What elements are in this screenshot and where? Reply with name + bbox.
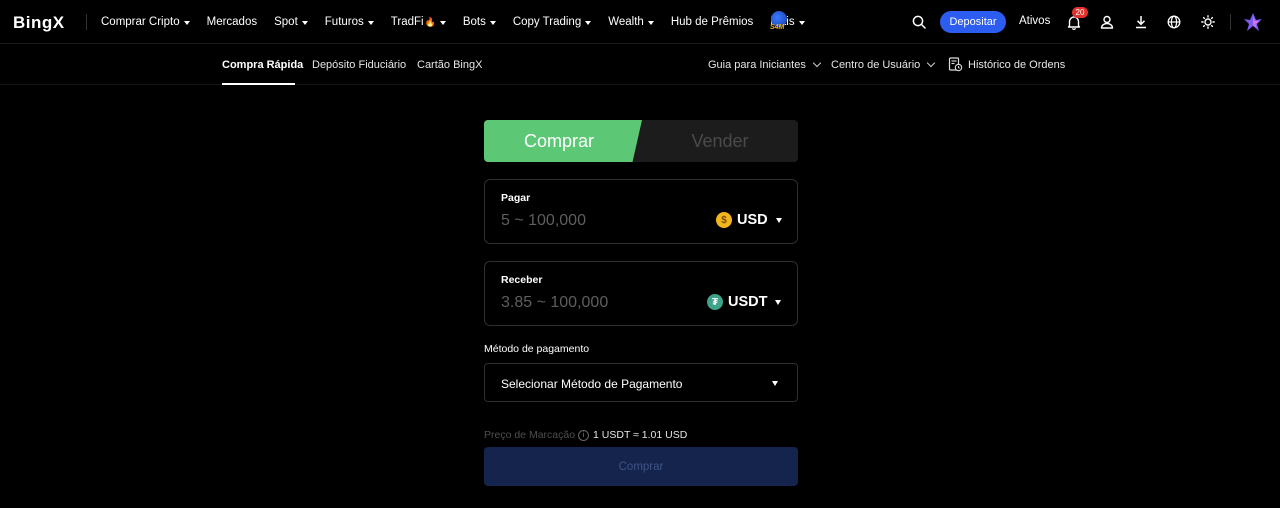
download-icon[interactable] <box>1131 12 1151 32</box>
nav-tradfi[interactable]: TradFi 🔥 <box>391 16 446 28</box>
nav-spot[interactable]: Spot <box>274 16 308 28</box>
nav-label: Mercados <box>206 16 258 28</box>
caret-down-icon <box>775 217 782 223</box>
caret-down-icon <box>798 20 805 25</box>
fire-icon: 🔥 <box>424 16 436 27</box>
globe-icon[interactable] <box>1164 12 1184 32</box>
user-icon[interactable] <box>1097 12 1117 32</box>
receive-amount-input[interactable] <box>501 292 681 314</box>
assets-link[interactable]: Ativos <box>1019 15 1050 27</box>
pay-currency-select[interactable]: $ USD <box>716 212 782 228</box>
caret-down-icon <box>772 381 778 386</box>
buy-sell-toggle: Comprar Vender <box>484 120 798 162</box>
nav-futuros[interactable]: Futuros <box>325 16 374 28</box>
promo-text: S4M <box>770 24 785 31</box>
tab-deposito-fiduciario[interactable]: Depósito Fiduciário <box>312 59 406 71</box>
bingx-logo[interactable]: BingX <box>13 13 65 33</box>
sell-tab[interactable]: Vender <box>642 120 798 162</box>
deposit-button[interactable]: Depositar <box>940 11 1006 33</box>
nav-comprar-cripto[interactable]: Comprar Cripto <box>101 16 190 28</box>
nav-wealth[interactable]: Wealth <box>608 16 654 28</box>
top-navbar: BingX Comprar Cripto Mercados Spot Futur… <box>0 0 1280 44</box>
nav-label: Spot <box>274 16 298 28</box>
nav-label: TradFi <box>390 16 424 28</box>
divider <box>1230 14 1231 30</box>
search-icon[interactable] <box>909 12 929 32</box>
payment-method-placeholder: Selecionar Método de Pagamento <box>501 377 683 391</box>
guide-label: Guia para Iniciantes <box>708 59 806 71</box>
usd-coin-icon: $ <box>716 212 732 228</box>
pay-amount-input[interactable] <box>501 210 681 232</box>
main-menu: Comprar Cripto Mercados Spot Futuros Tra… <box>101 0 822 44</box>
receive-field: Receber ₮ USDT <box>484 261 798 326</box>
caret-down-icon <box>367 20 374 25</box>
nav-bots[interactable]: Bots <box>463 16 496 28</box>
mark-price-value: 1 USDT ≈ 1.01 USD <box>593 429 688 441</box>
caret-down-icon <box>301 20 308 25</box>
avatar[interactable] <box>1243 12 1263 32</box>
receive-label: Receber <box>501 274 543 286</box>
guide-dropdown[interactable]: Guia para Iniciantes <box>708 58 822 71</box>
nav-label: Copy Trading <box>512 16 582 28</box>
divider <box>86 14 87 30</box>
mark-price-label: Preço de Marcação <box>484 429 576 441</box>
chevron-down-icon <box>927 58 936 68</box>
sun-icon[interactable] <box>1198 12 1218 32</box>
order-history-link[interactable]: Histórico de Ordens <box>948 57 1065 72</box>
payment-method-select[interactable]: Selecionar Método de Pagamento <box>484 363 798 402</box>
caret-down-icon <box>439 20 446 25</box>
nav-label: Bots <box>462 16 486 28</box>
nav-mercados[interactable]: Mercados <box>207 16 258 28</box>
active-tab-indicator <box>222 83 295 85</box>
nav-label: Futuros <box>324 16 364 28</box>
order-history-label: Histórico de Ordens <box>968 58 1066 71</box>
user-center-dropdown[interactable]: Centro de Usuário <box>831 58 936 71</box>
receive-currency-label: USDT <box>728 294 768 310</box>
receive-currency-select[interactable]: ₮ USDT <box>707 294 782 310</box>
pay-currency-label: USD <box>737 212 768 228</box>
caret-down-icon <box>585 20 592 25</box>
chevron-down-icon <box>812 58 822 68</box>
nav-label: Hub de Prêmios <box>670 16 754 28</box>
buy-submit-button[interactable]: Comprar <box>484 447 798 486</box>
mark-price-row: Preço de Marcação i 1 USDT ≈ 1.01 USD <box>484 429 687 441</box>
buy-tab[interactable]: Comprar <box>484 120 642 162</box>
tab-cartao-bingx[interactable]: Cartão BingX <box>417 59 482 71</box>
user-center-label: Centro de Usuário <box>831 59 921 71</box>
caret-down-icon <box>647 20 654 25</box>
usdt-coin-icon: ₮ <box>707 294 723 310</box>
nav-copy-trading[interactable]: Copy Trading <box>512 16 592 28</box>
nav-label: Wealth <box>608 16 644 28</box>
caret-down-icon <box>183 20 190 25</box>
nav-hub-de-premios[interactable]: Hub de Prêmios <box>671 16 753 28</box>
caret-down-icon <box>775 299 782 305</box>
info-icon[interactable]: i <box>578 429 590 441</box>
pay-label: Pagar <box>501 192 531 204</box>
caret-down-icon <box>489 20 496 25</box>
payment-method-label: Método de pagamento <box>484 343 590 355</box>
tab-compra-rapida[interactable]: Compra Rápida <box>222 59 303 71</box>
order-history-icon <box>948 57 963 72</box>
pay-field: Pagar $ USD <box>484 179 798 244</box>
promo-badge-icon[interactable]: S4M <box>770 11 790 33</box>
sub-navbar: Compra Rápida Depósito Fiduciário Cartão… <box>0 45 1280 85</box>
nav-label: Comprar Cripto <box>101 16 180 28</box>
notification-count-badge: 20 <box>1072 7 1088 18</box>
